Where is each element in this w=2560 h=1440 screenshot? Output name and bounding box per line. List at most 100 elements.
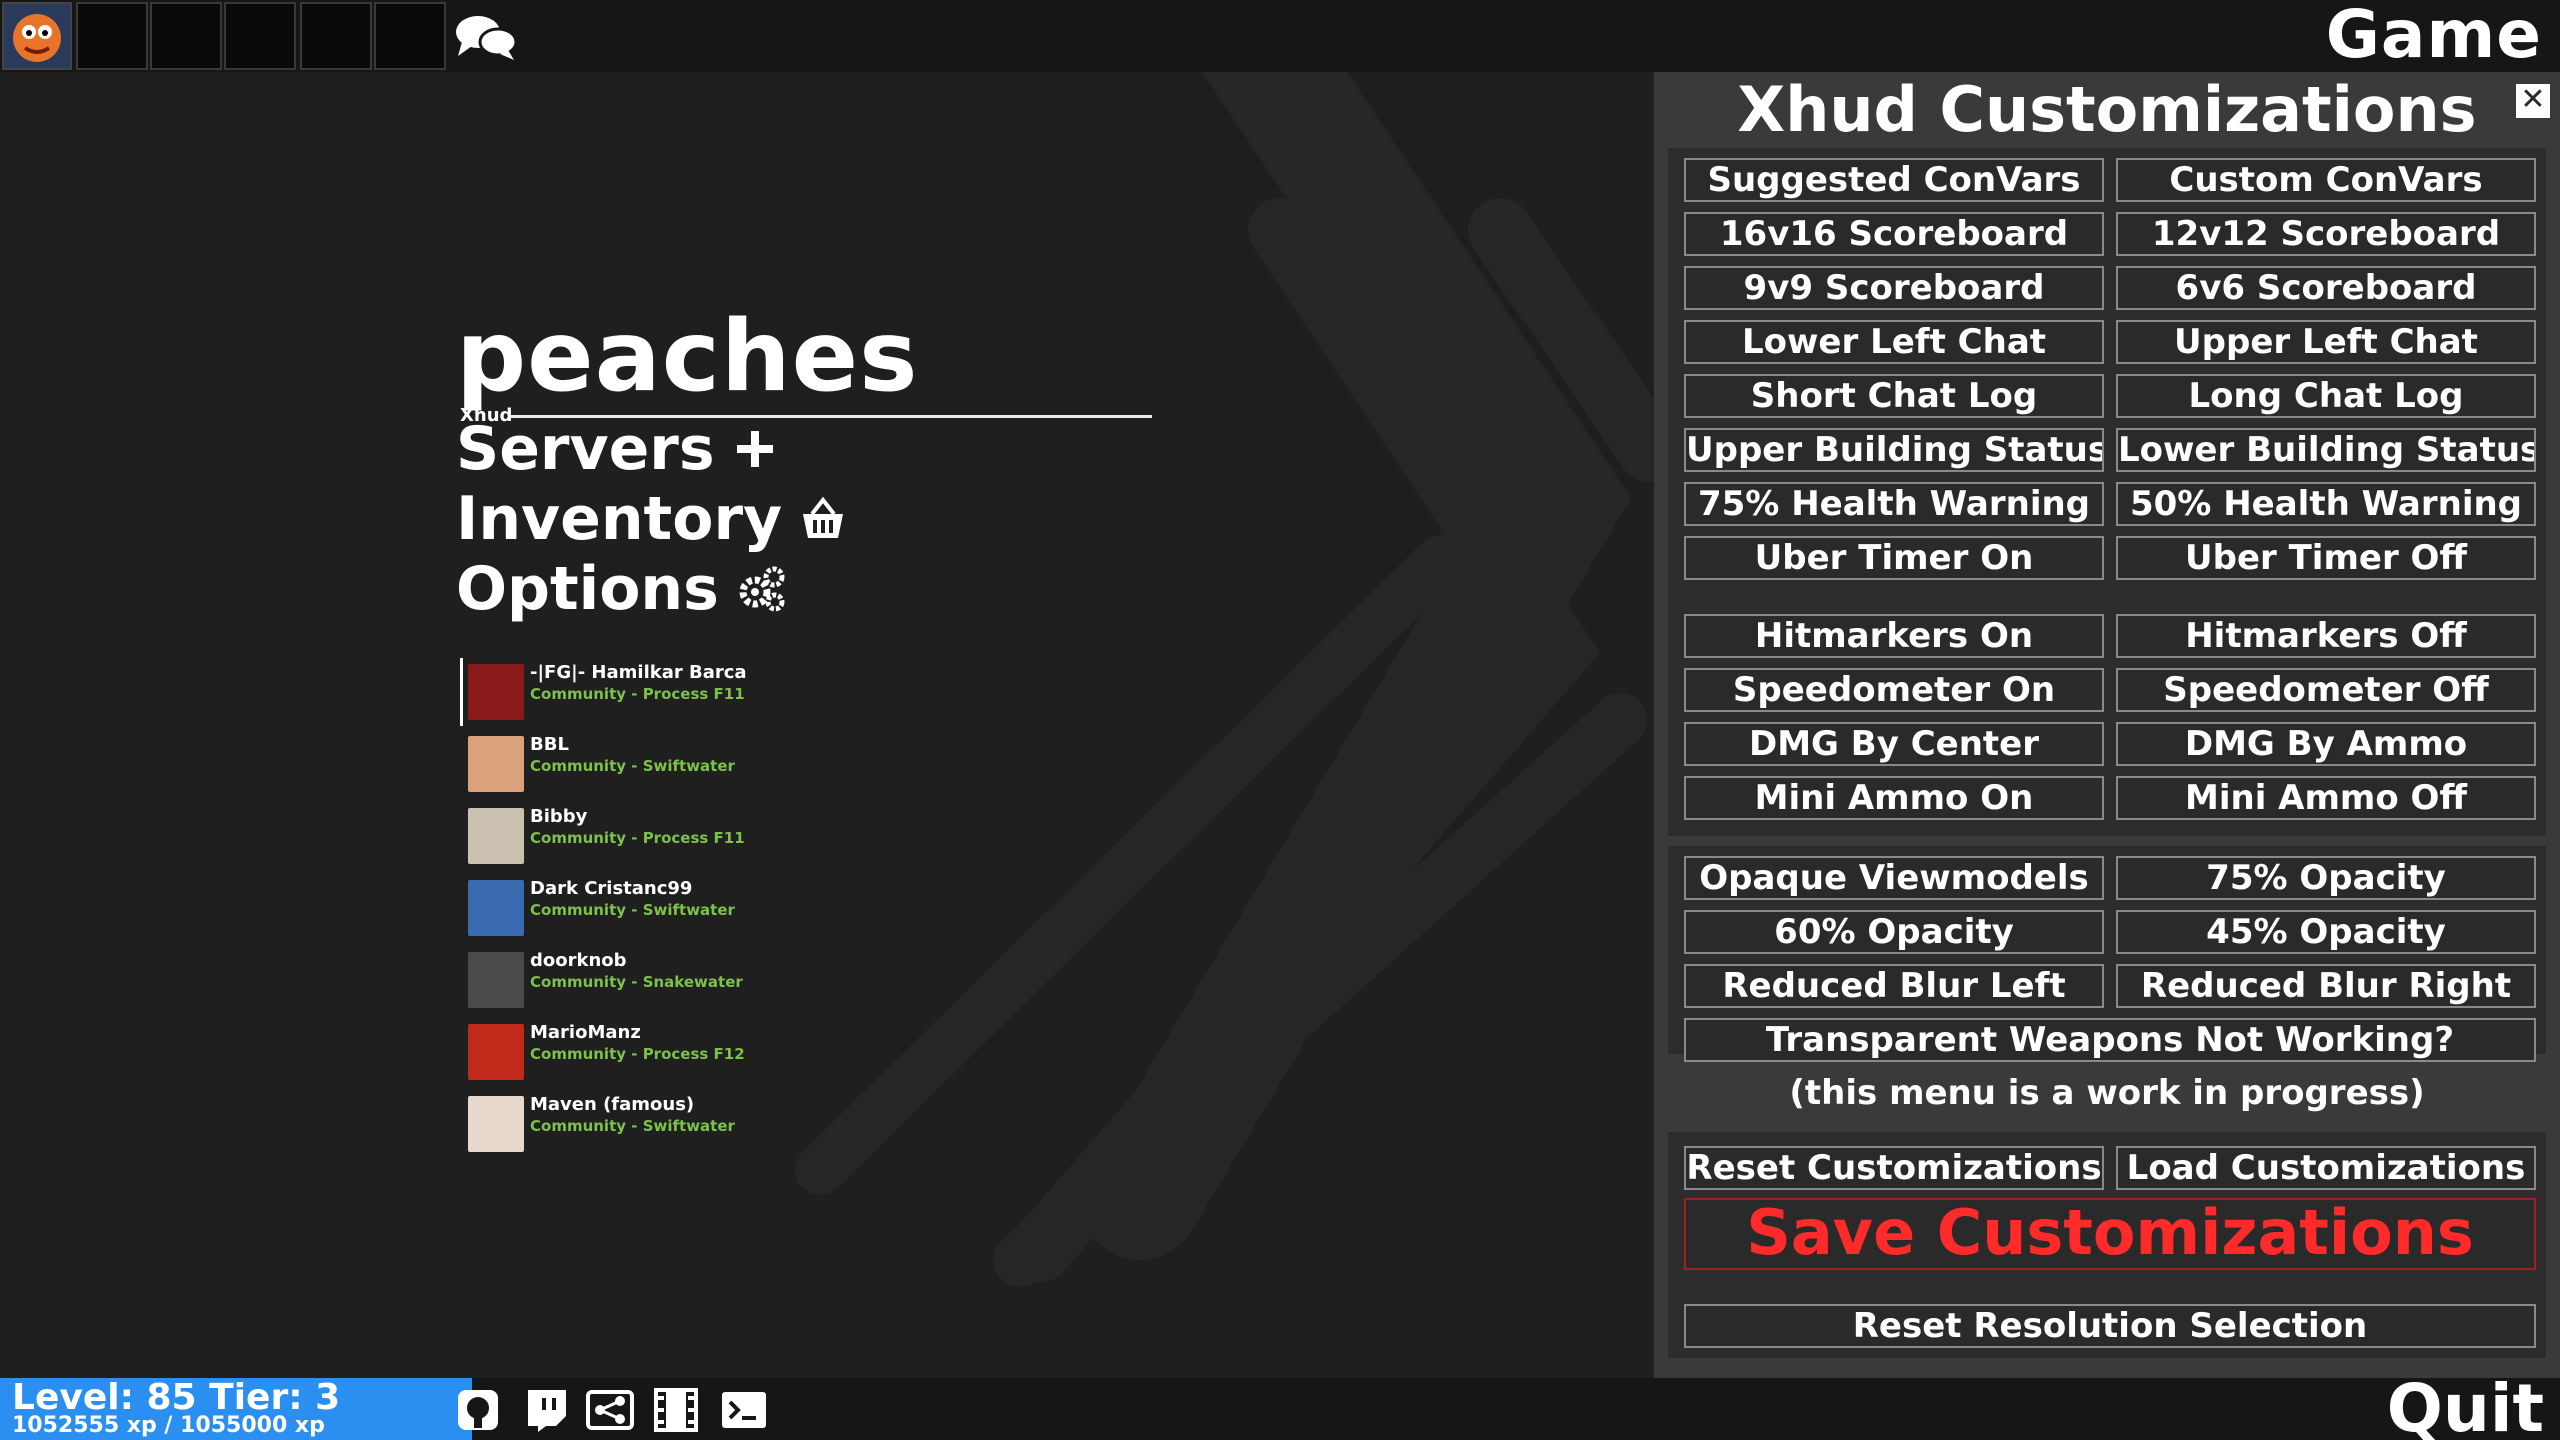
hud-options-section: Suggested ConVars Custom ConVars 16v16 S… bbox=[1668, 148, 2546, 656]
resolution-section: Reset Resolution Selection bbox=[1668, 1294, 2546, 1358]
chat-bubbles-icon[interactable] bbox=[454, 12, 518, 62]
dmg-by-center-button[interactable]: DMG By Center bbox=[1684, 722, 2104, 766]
uber-timer-on-button[interactable]: Uber Timer On bbox=[1684, 536, 2104, 580]
friend-name: doorknob bbox=[530, 950, 627, 971]
friend-status: Community - Process F12 bbox=[530, 1045, 745, 1063]
upper-building-status-button[interactable]: Upper Building Status bbox=[1684, 428, 2104, 472]
scoreboard-12v12-button[interactable]: 12v12 Scoreboard bbox=[2116, 212, 2536, 256]
friend-avatar bbox=[468, 808, 524, 864]
custom-convars-button[interactable]: Custom ConVars bbox=[2116, 158, 2536, 202]
menu-inventory-label: Inventory bbox=[456, 484, 783, 554]
friend-status: Community - Swiftwater bbox=[530, 1117, 735, 1135]
speedometer-on-button[interactable]: Speedometer On bbox=[1684, 668, 2104, 712]
level-tier-label: Level: 85 Tier: 3 bbox=[12, 1377, 341, 1418]
panel-title: Xhud Customizations bbox=[1737, 73, 2477, 146]
twitch-icon[interactable] bbox=[522, 1386, 570, 1434]
viewmodel-options-section: Opaque Viewmodels 75% Opacity 60% Opacit… bbox=[1668, 846, 2546, 1062]
friend-name: Maven (famous) bbox=[530, 1094, 695, 1115]
uber-timer-off-button[interactable]: Uber Timer Off bbox=[2116, 536, 2536, 580]
friend-entry[interactable]: Maven (famous) Community - Swiftwater bbox=[460, 1088, 800, 1160]
loadout-slot[interactable] bbox=[374, 2, 446, 70]
xp-label: 1052555 xp / 1055000 xp bbox=[12, 1413, 325, 1438]
close-button[interactable]: ✕ bbox=[2516, 84, 2550, 118]
menu-options-label: Options bbox=[456, 554, 719, 624]
top-bar: Game bbox=[0, 0, 2560, 73]
friend-name: MarioManz bbox=[530, 1022, 641, 1043]
mini-ammo-on-button[interactable]: Mini Ammo On bbox=[1684, 776, 2104, 820]
basket-icon bbox=[803, 496, 844, 538]
transparent-weapons-help-button[interactable]: Transparent Weapons Not Working? bbox=[1684, 1018, 2536, 1062]
reset-resolution-button[interactable]: Reset Resolution Selection bbox=[1684, 1304, 2536, 1348]
loadout-slot[interactable] bbox=[224, 2, 296, 70]
friend-status: Community - Swiftwater bbox=[530, 901, 735, 919]
film-icon[interactable] bbox=[652, 1386, 700, 1434]
combat-options-section: Hitmarkers On Hitmarkers Off Speedometer… bbox=[1668, 600, 2546, 836]
friend-status: Community - Snakewater bbox=[530, 973, 743, 991]
console-icon[interactable] bbox=[720, 1386, 768, 1434]
opacity-75-button[interactable]: 75% Opacity bbox=[2116, 856, 2536, 900]
menu-inventory[interactable]: Inventory bbox=[456, 484, 846, 554]
scoreboard-9v9-button[interactable]: 9v9 Scoreboard bbox=[1684, 266, 2104, 310]
scoreboard-16v16-button[interactable]: 16v16 Scoreboard bbox=[1684, 212, 2104, 256]
work-in-progress-note: (this menu is a work in progress) bbox=[1789, 1073, 2425, 1113]
opacity-45-button[interactable]: 45% Opacity bbox=[2116, 910, 2536, 954]
friend-entry[interactable]: BBL Community - Swiftwater bbox=[460, 728, 800, 800]
friend-avatar bbox=[468, 736, 524, 792]
friend-status: Community - Swiftwater bbox=[530, 757, 735, 775]
friend-name: Dark Cristanc99 bbox=[530, 878, 693, 899]
friend-avatar bbox=[468, 1024, 524, 1080]
friend-name: -|FG|- Hamilkar Barca bbox=[530, 662, 747, 683]
mini-ammo-off-button[interactable]: Mini Ammo Off bbox=[2116, 776, 2536, 820]
bottom-bar: Level: 85 Tier: 3 1052555 xp / 1055000 x… bbox=[0, 1370, 2560, 1440]
loadout-slot[interactable] bbox=[76, 2, 148, 70]
level-progress: Level: 85 Tier: 3 1052555 xp / 1055000 x… bbox=[0, 1378, 472, 1440]
game-button[interactable]: Game bbox=[2326, 0, 2542, 73]
friend-entry[interactable]: Dark Cristanc99 Community - Swiftwater bbox=[460, 872, 800, 944]
friend-avatar bbox=[468, 880, 524, 936]
friends-list: -|FG|- Hamilkar Barca Community - Proces… bbox=[460, 656, 800, 1160]
dmg-by-ammo-button[interactable]: DMG By Ammo bbox=[2116, 722, 2536, 766]
github-icon[interactable] bbox=[454, 1386, 502, 1434]
friend-status: Community - Process F11 bbox=[530, 829, 745, 847]
opaque-viewmodels-button[interactable]: Opaque Viewmodels bbox=[1684, 856, 2104, 900]
friend-entry[interactable]: -|FG|- Hamilkar Barca Community - Proces… bbox=[460, 656, 800, 728]
cartoon-avatar-icon bbox=[13, 14, 61, 62]
hitmarkers-on-button[interactable]: Hitmarkers On bbox=[1684, 614, 2104, 658]
customizations-panel: Xhud Customizations ✕ Suggested ConVars … bbox=[1654, 72, 2560, 1378]
plus-icon bbox=[736, 431, 773, 467]
friend-entry[interactable]: MarioManz Community - Process F12 bbox=[460, 1016, 800, 1088]
reset-customizations-button[interactable]: Reset Customizations bbox=[1684, 1146, 2104, 1190]
menu-options[interactable]: Options bbox=[456, 554, 787, 624]
lower-building-status-button[interactable]: Lower Building Status bbox=[2116, 428, 2536, 472]
speedometer-off-button[interactable]: Speedometer Off bbox=[2116, 668, 2536, 712]
reduced-blur-left-button[interactable]: Reduced Blur Left bbox=[1684, 964, 2104, 1008]
loadout-slot[interactable] bbox=[150, 2, 222, 70]
quit-button[interactable]: Quit bbox=[2387, 1370, 2544, 1440]
reduced-blur-right-button[interactable]: Reduced Blur Right bbox=[2116, 964, 2536, 1008]
server-brand-title: peaches bbox=[456, 300, 919, 414]
scoreboard-6v6-button[interactable]: 6v6 Scoreboard bbox=[2116, 266, 2536, 310]
lower-left-chat-button[interactable]: Lower Left Chat bbox=[1684, 320, 2104, 364]
hitmarkers-off-button[interactable]: Hitmarkers Off bbox=[2116, 614, 2536, 658]
loadout-slot[interactable] bbox=[300, 2, 372, 70]
upper-left-chat-button[interactable]: Upper Left Chat bbox=[2116, 320, 2536, 364]
friend-entry[interactable]: Bibby Community - Process F11 bbox=[460, 800, 800, 872]
load-customizations-button[interactable]: Load Customizations bbox=[2116, 1146, 2536, 1190]
suggested-convars-button[interactable]: Suggested ConVars bbox=[1684, 158, 2104, 202]
save-customizations-button[interactable]: Save Customizations bbox=[1684, 1198, 2536, 1270]
menu-servers[interactable]: Servers bbox=[456, 414, 777, 484]
long-chat-log-button[interactable]: Long Chat Log bbox=[2116, 374, 2536, 418]
opacity-60-button[interactable]: 60% Opacity bbox=[1684, 910, 2104, 954]
player-avatar[interactable] bbox=[2, 2, 72, 70]
short-chat-log-button[interactable]: Short Chat Log bbox=[1684, 374, 2104, 418]
friend-avatar bbox=[468, 1096, 524, 1152]
gears-icon bbox=[739, 566, 785, 612]
health-warning-75-button[interactable]: 75% Health Warning bbox=[1684, 482, 2104, 526]
menu-servers-label: Servers bbox=[456, 414, 715, 484]
friend-name: Bibby bbox=[530, 806, 588, 827]
friend-avatar bbox=[468, 664, 524, 720]
share-icon[interactable] bbox=[586, 1386, 634, 1434]
friend-avatar bbox=[468, 952, 524, 1008]
friend-entry[interactable]: doorknob Community - Snakewater bbox=[460, 944, 800, 1016]
health-warning-50-button[interactable]: 50% Health Warning bbox=[2116, 482, 2536, 526]
